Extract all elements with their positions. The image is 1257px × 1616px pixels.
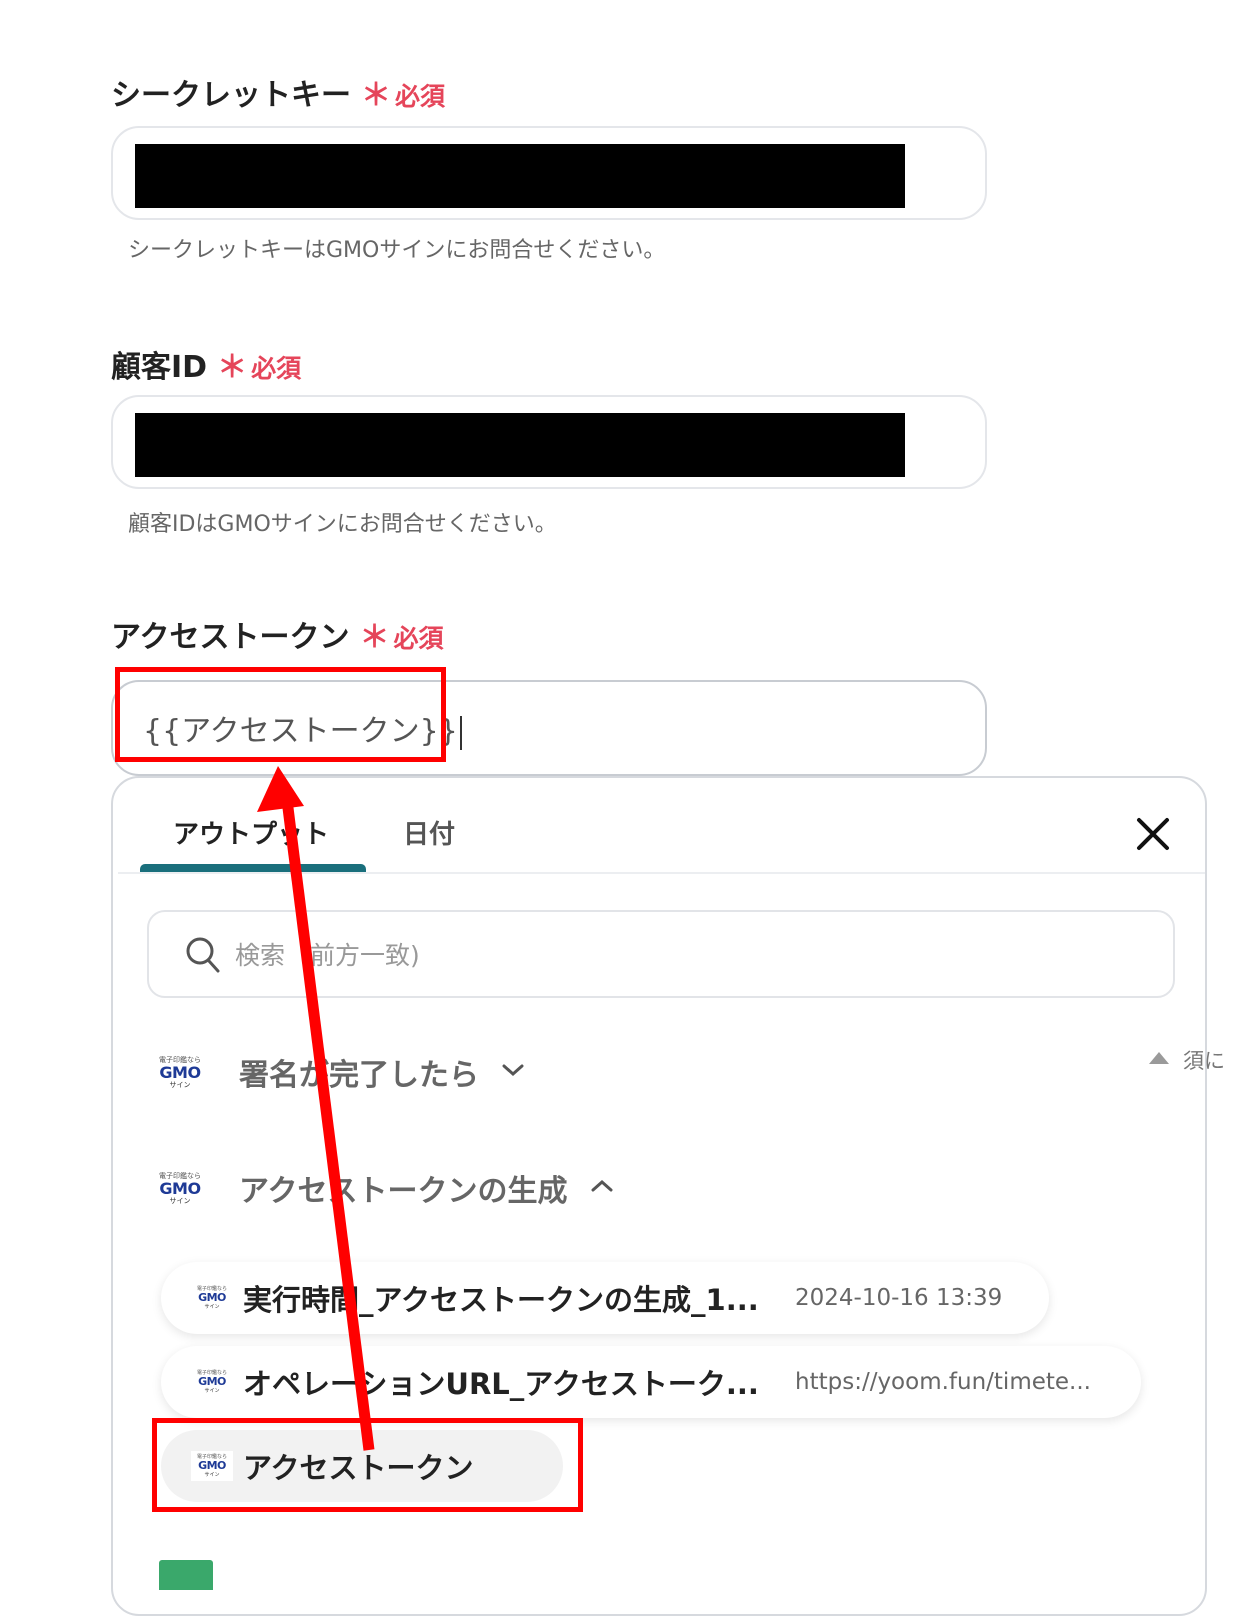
group-access-token-generation[interactable]: 電子印鑑なら GMO サイン アクセストークンの生成 [149, 1166, 614, 1210]
customer-id-label-text: 顧客ID [111, 350, 208, 385]
customer-id-label: 顧客ID ＊必須 [111, 342, 301, 386]
output-picker-panel: アウトプット 日付 電子印鑑ならGMOサイン 署名が完了したら 電子印鑑ならGM… [111, 776, 1207, 1616]
group-title: アクセストークンの生成 [239, 1174, 568, 1209]
access-token-input[interactable]: {{アクセストークン}} [111, 680, 987, 776]
secret-key-input[interactable] [111, 126, 987, 220]
item-title: アクセストークン [243, 1451, 474, 1485]
item-title: オペレーションURL_アクセストーク... [243, 1367, 759, 1401]
scroll-up-arrow-icon[interactable] [1149, 1052, 1169, 1064]
close-icon[interactable] [1133, 814, 1173, 854]
required-badge: ＊必須 [359, 620, 444, 655]
tab-date[interactable]: 日付 [403, 814, 455, 851]
gmo-sign-logo-icon: 電子印鑑なら GMO サイン [159, 1055, 201, 1089]
access-token-value: {{アクセストークン}} [143, 706, 462, 750]
output-item-execution-time[interactable]: 電子印鑑なら GMO サイン 実行時間_アクセストークンの生成_1... 2024-… [161, 1262, 1049, 1334]
obscured-side-text: 須に [1183, 1049, 1225, 1073]
search-input[interactable] [233, 934, 1137, 976]
secret-key-label: シークレットキー ＊必須 [111, 70, 445, 114]
tab-divider [118, 872, 1205, 874]
access-token-label-text: アクセストークン [111, 620, 350, 655]
chevron-up-icon [590, 1178, 614, 1198]
search-icon [185, 936, 221, 978]
tab-output[interactable]: アウトプット [173, 814, 329, 851]
output-item-operation-url[interactable]: 電子印鑑なら GMO サイン オペレーションURL_アクセストーク... https… [161, 1346, 1141, 1418]
gmo-sign-logo-icon: 電子印鑑なら GMO サイン [191, 1283, 233, 1313]
gmo-sign-logo-icon: 電子印鑑なら GMO サイン [191, 1367, 233, 1397]
gmo-sign-logo-icon: 電子印鑑なら GMO サイン [191, 1451, 233, 1481]
text-caret [459, 715, 462, 750]
access-token-label: アクセストークン ＊必須 [111, 612, 444, 656]
spreadsheet-app-icon [159, 1560, 213, 1590]
customer-id-hint: 顧客IDはGMOサインにお問合せください。 [128, 512, 557, 537]
output-item-access-token[interactable]: 電子印鑑なら GMO サイン アクセストークン [161, 1430, 563, 1502]
required-badge: ＊必須 [361, 78, 446, 113]
secret-key-label-text: シークレットキー [111, 78, 351, 113]
group-title: 署名が完了したら [239, 1058, 479, 1093]
required-badge: ＊必須 [217, 350, 302, 385]
item-value: 2024-10-16 13:39 [795, 1285, 1003, 1311]
gmo-sign-logo-icon: 電子印鑑なら GMO サイン [159, 1171, 201, 1205]
item-title: 実行時間_アクセストークンの生成_1... [243, 1283, 759, 1317]
search-box [147, 910, 1175, 998]
redacted-value [135, 413, 905, 477]
chevron-down-icon [501, 1062, 525, 1082]
item-value: https://yoom.fun/timete... [795, 1369, 1091, 1395]
secret-key-hint: シークレットキーはGMOサインにお問合せください。 [128, 238, 666, 263]
group-signature-complete[interactable]: 電子印鑑なら GMO サイン 署名が完了したら [149, 1050, 525, 1094]
customer-id-input[interactable] [111, 395, 987, 489]
redacted-value [135, 144, 905, 208]
